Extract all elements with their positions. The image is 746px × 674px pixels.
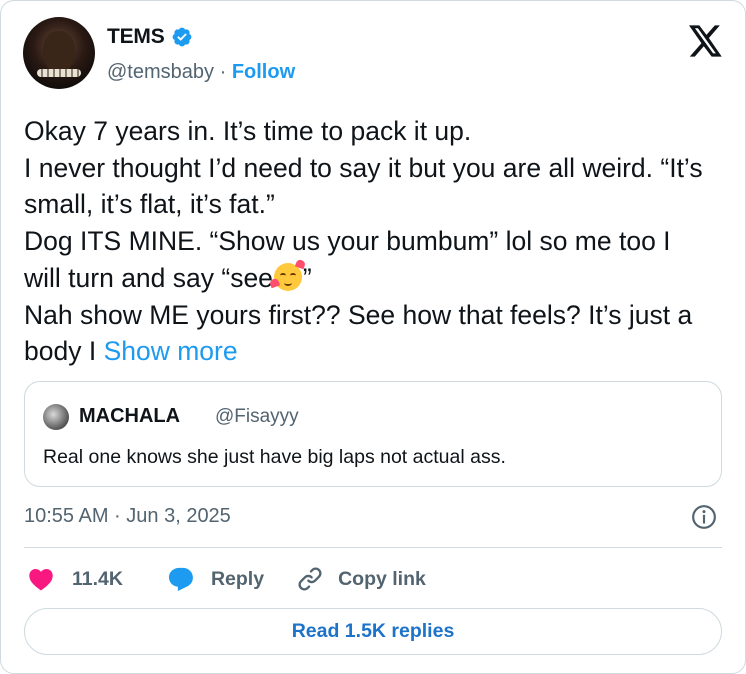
tweet-line: Nah show ME yours first?? See how that f… <box>24 297 714 370</box>
quoted-tweet-text: Real one knows she just have big laps no… <box>43 446 506 468</box>
handle-separator: · <box>219 61 227 83</box>
divider <box>24 547 722 548</box>
smiling-face-with-hearts-icon <box>273 262 302 291</box>
link-icon <box>298 567 322 591</box>
info-icon[interactable] <box>691 504 717 530</box>
tweet-header: TEMS @temsbaby · Follow <box>23 17 725 95</box>
copy-link-label: Copy link <box>338 567 426 590</box>
reply-label: Reply <box>210 567 265 590</box>
copy-link-button[interactable]: Copy link <box>296 565 426 593</box>
x-logo-icon[interactable] <box>689 25 723 57</box>
author-name[interactable]: TEMS <box>107 25 165 49</box>
reply-bubble-icon <box>168 567 193 592</box>
tweet-line: Dog ITS MINE. “Show us your bumbum” lol … <box>24 223 714 296</box>
tweet-timestamp[interactable]: 10:55 AM · Jun 3, 2025 <box>24 505 231 528</box>
show-more-link[interactable]: Show more <box>104 336 238 366</box>
quoted-author-avatar <box>43 404 69 430</box>
author-handle-row: @temsbaby · Follow <box>107 61 295 84</box>
reply-button[interactable]: Reply <box>167 566 264 592</box>
verified-badge-icon <box>172 27 191 47</box>
quoted-tweet[interactable]: MACHALA @Fisayyy Real one knows she just… <box>24 381 722 487</box>
quoted-author-handle: @Fisayyy <box>215 406 299 427</box>
heart-icon <box>29 569 53 591</box>
tweet-embed-card: TEMS @temsbaby · Follow Okay 7 years in.… <box>0 0 746 674</box>
action-bar: 11.4K Reply Copy link <box>28 561 426 597</box>
author-name-row: TEMS <box>107 25 193 49</box>
like-button[interactable]: 11.4K <box>28 567 123 591</box>
tweet-line: Okay 7 years in. It’s time to pack it up… <box>24 116 472 146</box>
follow-button[interactable]: Follow <box>232 61 295 83</box>
quoted-author-name: MACHALA <box>79 405 181 427</box>
tweet-line-text: ” <box>302 262 312 293</box>
tweet-text: Okay 7 years in. It’s time to pack it up… <box>24 113 714 370</box>
author-avatar[interactable] <box>23 17 95 89</box>
tweet-line-text: Dog ITS MINE. “Show us your bumbum” lol … <box>24 226 671 293</box>
read-replies-button[interactable]: Read 1.5K replies <box>24 608 722 655</box>
tweet-line: I never thought I’d need to say it but y… <box>24 152 703 220</box>
author-handle[interactable]: @temsbaby <box>107 61 214 83</box>
like-count: 11.4K <box>72 567 123 590</box>
